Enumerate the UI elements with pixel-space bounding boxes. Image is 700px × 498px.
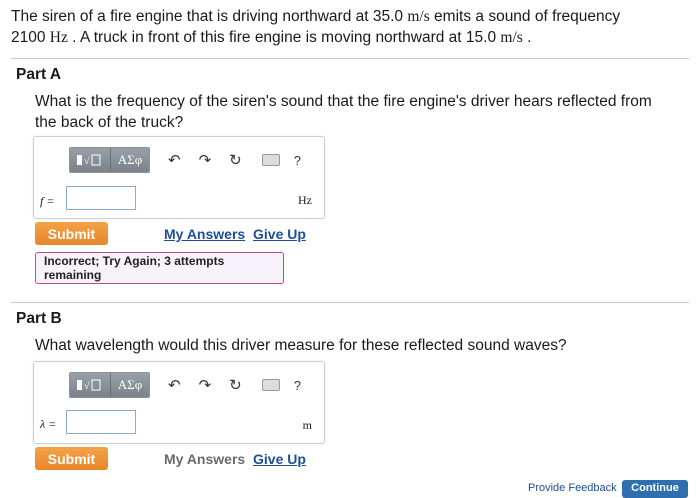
redo-icon[interactable]: ↷ bbox=[199, 376, 212, 394]
keyboard-icon[interactable] bbox=[261, 379, 280, 391]
unit-label: m bbox=[302, 418, 312, 432]
provide-feedback-link[interactable]: Provide Feedback bbox=[528, 482, 617, 494]
give-up-link[interactable]: Give Up bbox=[253, 451, 306, 467]
problem-text-3: . A truck in front of this fire engine i… bbox=[67, 29, 501, 46]
submit-button[interactable]: Submit bbox=[35, 222, 108, 245]
keyboard-icon[interactable] bbox=[261, 154, 280, 166]
variable-label: λ = bbox=[40, 417, 57, 431]
divider bbox=[11, 58, 689, 59]
part-a-title: Part A bbox=[16, 66, 62, 83]
svg-text:√: √ bbox=[84, 381, 90, 392]
help-button[interactable]: ? bbox=[294, 378, 301, 393]
math-toolbar: √ ΑΣφ ↶ ↷ ↻ ? bbox=[69, 147, 301, 173]
problem-text-1: The siren of a fire engine that is drivi… bbox=[11, 8, 408, 25]
divider bbox=[11, 302, 689, 303]
template-button-group: √ ΑΣφ bbox=[69, 147, 150, 173]
answer-input[interactable] bbox=[66, 410, 136, 434]
part-a-answer-box: √ ΑΣφ ↶ ↷ ↻ ? f = Hz bbox=[33, 136, 325, 219]
frequency-value: 2100 bbox=[11, 29, 50, 46]
greek-symbols-button[interactable]: ΑΣφ bbox=[111, 373, 149, 397]
part-b-title: Part B bbox=[16, 310, 62, 327]
answer-input[interactable] bbox=[66, 186, 136, 210]
templates-icon[interactable]: √ bbox=[70, 373, 111, 397]
part-b-answer-box: √ ΑΣφ ↶ ↷ ↻ ? λ = m bbox=[33, 361, 325, 444]
template-button-group: √ ΑΣφ bbox=[69, 372, 150, 398]
frequency-unit: Hz bbox=[49, 29, 68, 46]
templates-icon[interactable]: √ bbox=[70, 148, 111, 172]
part-b-question: What wavelength would this driver measur… bbox=[35, 337, 567, 354]
variable-label: f = bbox=[40, 194, 55, 208]
undo-icon[interactable]: ↶ bbox=[168, 376, 181, 394]
redo-icon[interactable]: ↷ bbox=[199, 151, 212, 169]
submit-button[interactable]: Submit bbox=[35, 447, 108, 470]
svg-text:√: √ bbox=[84, 156, 90, 167]
undo-icon[interactable]: ↶ bbox=[168, 151, 181, 169]
speed-unit-1: m/s bbox=[407, 8, 430, 25]
unit-label: Hz bbox=[298, 193, 312, 207]
speed-unit-2: m/s bbox=[500, 29, 523, 46]
part-a-question: What is the frequency of the siren's sou… bbox=[35, 93, 652, 131]
reset-icon[interactable]: ↻ bbox=[229, 376, 242, 394]
feedback-message: Incorrect; Try Again; 3 attempts remaini… bbox=[35, 252, 284, 284]
my-answers-link[interactable]: My Answers bbox=[164, 226, 245, 242]
problem-statement: The siren of a fire engine that is drivi… bbox=[11, 6, 691, 48]
give-up-link[interactable]: Give Up bbox=[253, 226, 306, 242]
continue-button[interactable]: Continue bbox=[622, 480, 688, 498]
problem-text-end: . bbox=[522, 29, 532, 46]
math-toolbar: √ ΑΣφ ↶ ↷ ↻ ? bbox=[69, 372, 301, 398]
problem-text-2: emits a sound of frequency bbox=[429, 8, 621, 25]
greek-symbols-button[interactable]: ΑΣφ bbox=[111, 148, 149, 172]
my-answers-link[interactable]: My Answers bbox=[164, 451, 245, 467]
help-button[interactable]: ? bbox=[294, 153, 301, 168]
reset-icon[interactable]: ↻ bbox=[229, 151, 242, 169]
